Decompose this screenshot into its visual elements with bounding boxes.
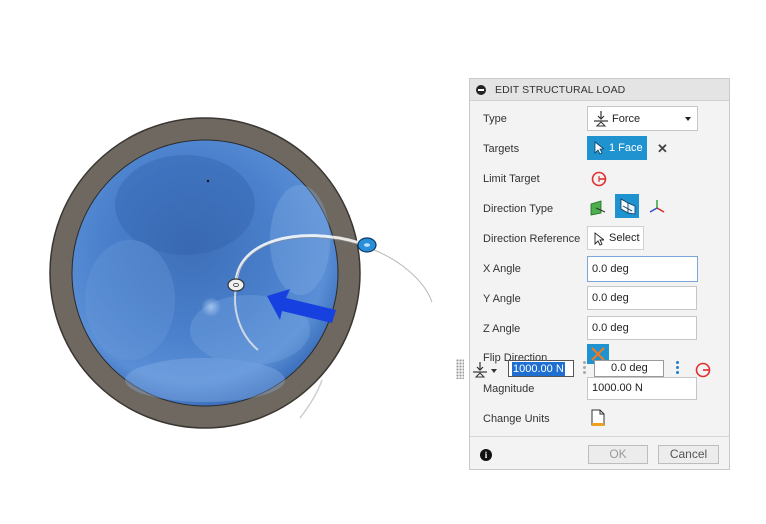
y-angle-input[interactable]: 0.0 deg: [587, 286, 697, 310]
force-icon: [594, 111, 608, 127]
type-dropdown[interactable]: Force: [587, 106, 698, 131]
type-value: Force: [612, 113, 641, 125]
floating-input-toolbar: 1000.00 N 0.0 deg: [456, 357, 726, 381]
x-angle-input[interactable]: 0.0 deg: [587, 256, 698, 282]
floating-magnitude-value: 1000.00 N: [512, 362, 565, 376]
targets-label: Targets: [483, 143, 520, 155]
chevron-down-icon: [685, 117, 691, 121]
floating-angle-input[interactable]: 0.0 deg: [594, 360, 664, 377]
magnitude-label: Magnitude: [483, 383, 535, 395]
dialog-title: EDIT STRUCTURAL LOAD: [495, 84, 626, 96]
targets-button[interactable]: 1 Face: [587, 136, 647, 160]
rotation-handle-inner: [364, 243, 370, 247]
x-angle-label: X Angle: [483, 263, 521, 275]
change-units-label: Change Units: [483, 413, 550, 425]
cursor-arrow-icon: [594, 232, 604, 246]
limit-target-icon[interactable]: [590, 170, 608, 188]
center-dot: [206, 179, 210, 183]
z-angle-label: Z Angle: [483, 323, 521, 335]
more-options-blue-icon[interactable]: [676, 361, 679, 375]
angles-direction-icon: [620, 198, 636, 215]
cursor-arrow-icon: [594, 141, 604, 155]
ok-button[interactable]: OK: [588, 445, 648, 464]
force-type-icon[interactable]: [472, 361, 498, 378]
limit-target-label: Limit Target: [483, 173, 540, 185]
dialog-footer: i OK Cancel: [470, 436, 729, 471]
select-button-label: Select: [609, 232, 640, 244]
dialog-header: EDIT STRUCTURAL LOAD: [470, 79, 729, 101]
type-label: Type: [483, 113, 507, 125]
angles-direction-button[interactable]: [615, 194, 639, 218]
y-angle-label: Y Angle: [483, 293, 521, 305]
targets-button-label: 1 Face: [609, 142, 643, 154]
floating-magnitude-input[interactable]: 1000.00 N: [508, 360, 574, 377]
direction-type-label: Direction Type: [483, 203, 554, 215]
drag-grip-icon[interactable]: [456, 359, 464, 379]
cancel-button[interactable]: Cancel: [658, 445, 719, 464]
edit-structural-load-dialog: EDIT STRUCTURAL LOAD Type Force Targets …: [469, 78, 730, 470]
viewport[interactable]: [0, 0, 470, 521]
more-options-icon[interactable]: [583, 361, 586, 375]
z-angle-input[interactable]: 0.0 deg: [587, 316, 697, 340]
highlight-spot: [201, 297, 221, 317]
limit-target-icon[interactable]: [694, 361, 712, 379]
direction-reference-select-button[interactable]: Select: [587, 226, 644, 250]
direction-reference-label: Direction Reference: [483, 233, 581, 245]
origin-handle[interactable]: [227, 278, 245, 292]
clear-targets-icon[interactable]: ✕: [657, 141, 668, 157]
model-canvas[interactable]: [0, 0, 470, 521]
collapse-icon[interactable]: [476, 85, 486, 95]
normal-direction-icon[interactable]: [588, 198, 608, 218]
vector-components-icon[interactable]: [648, 198, 666, 216]
info-icon[interactable]: i: [480, 449, 492, 461]
units-document-icon[interactable]: [590, 409, 606, 429]
